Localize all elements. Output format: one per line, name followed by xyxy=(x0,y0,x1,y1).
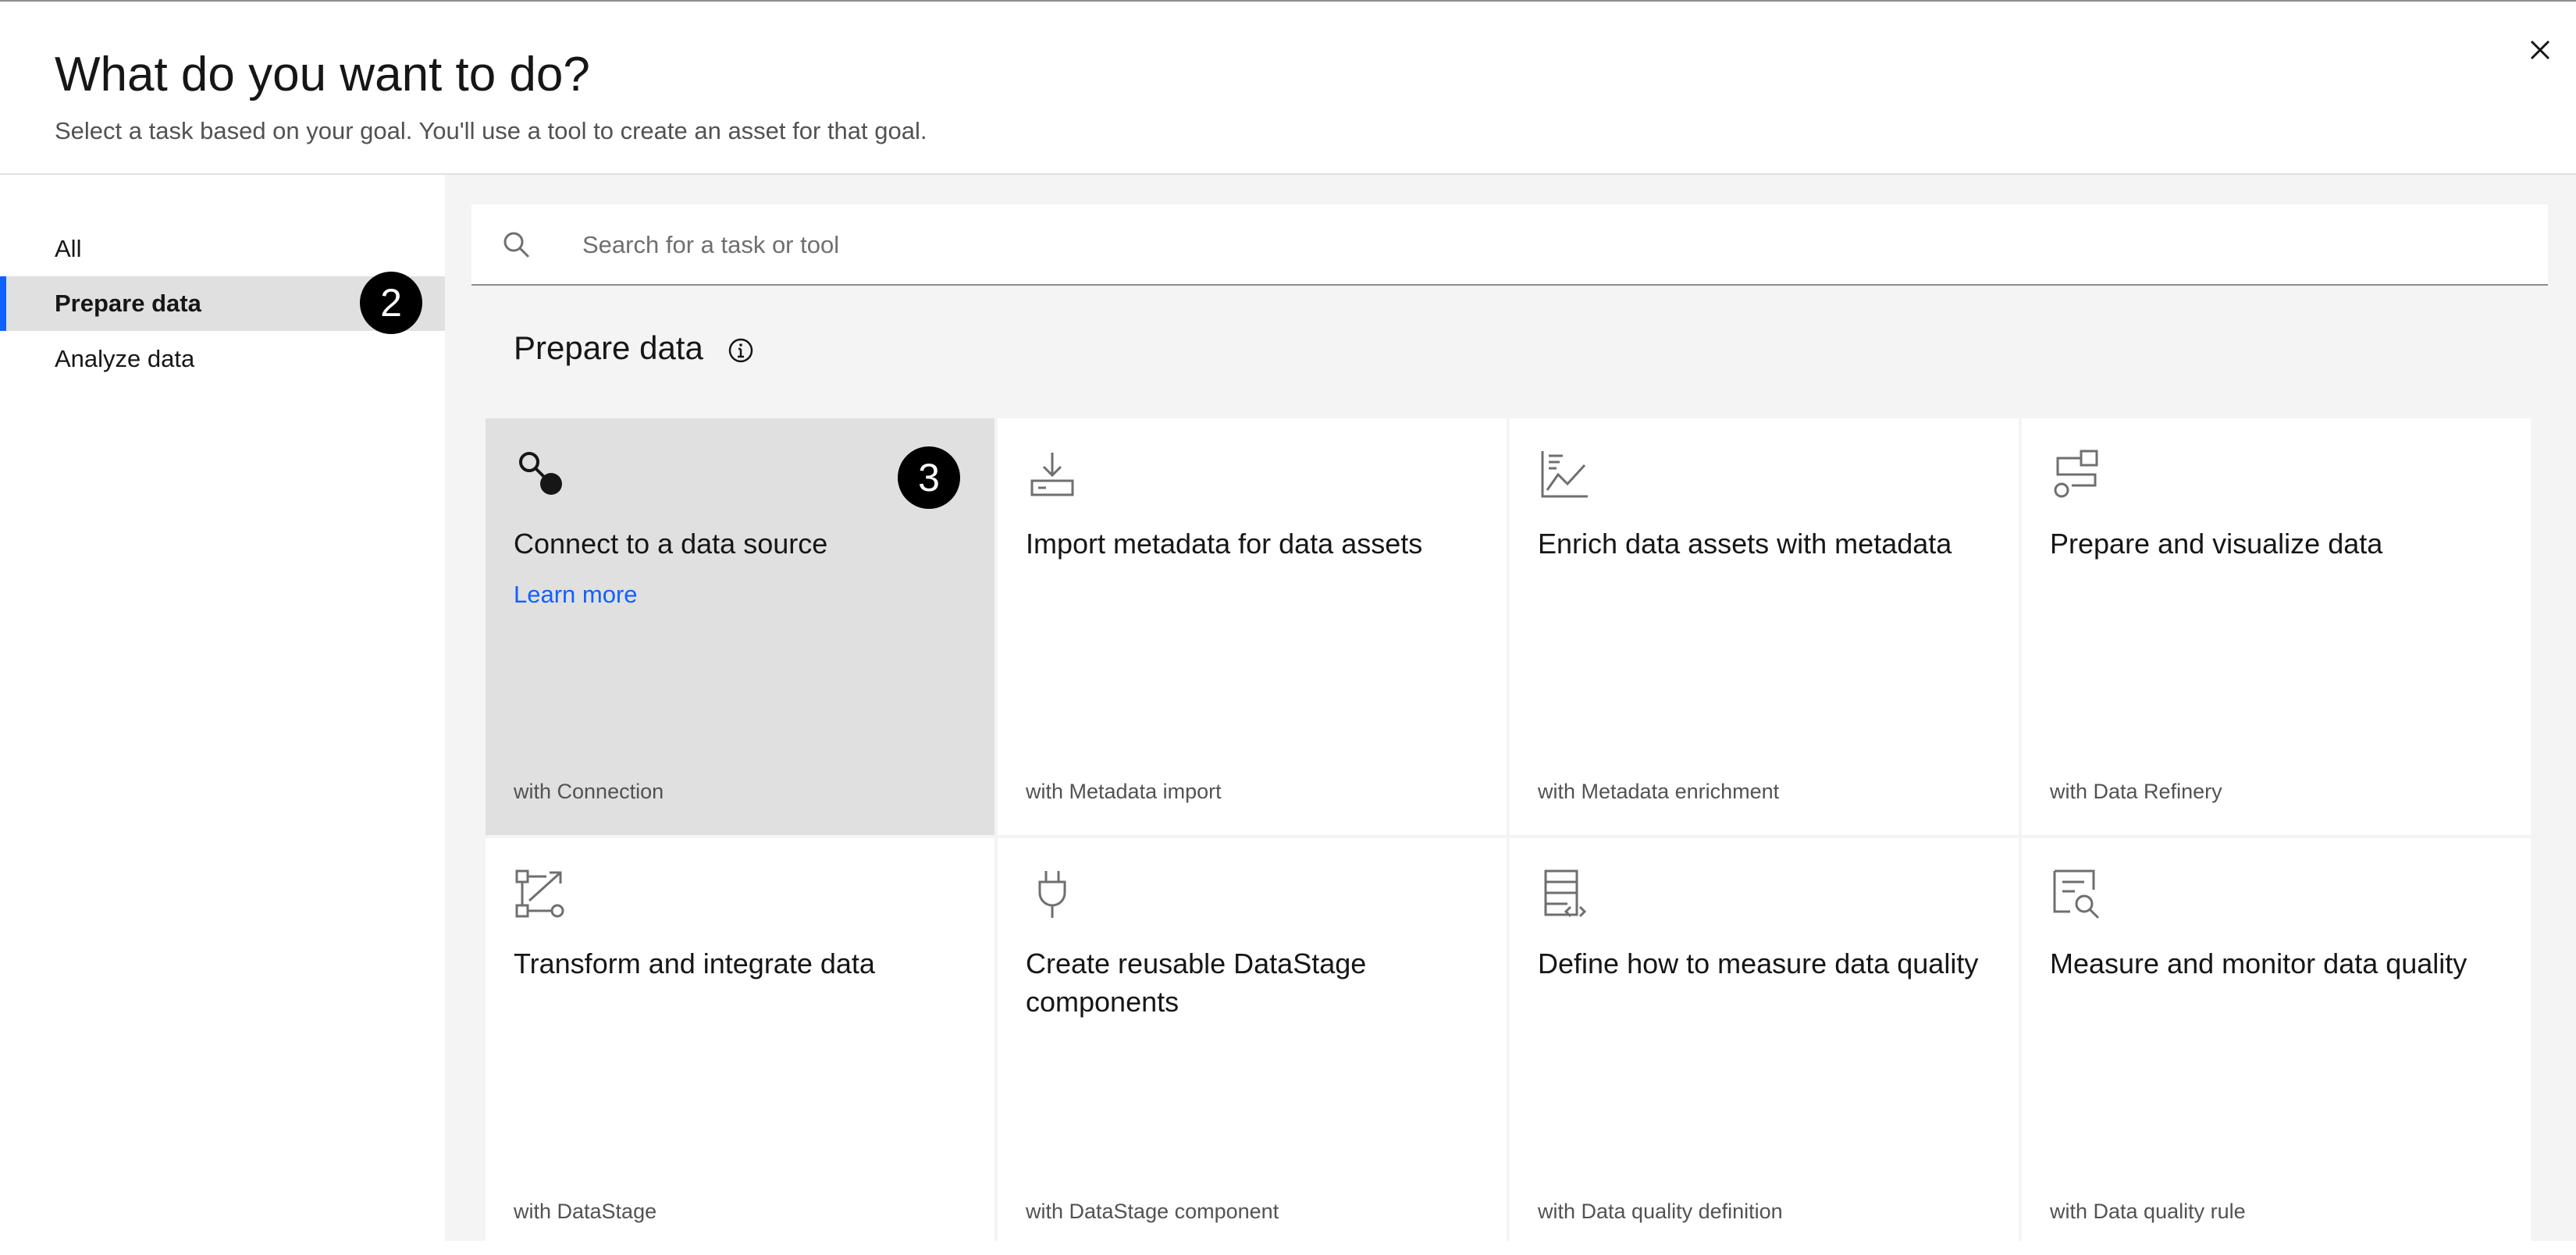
step-badge-2: 2 xyxy=(360,272,422,334)
card-tool: with Data quality definition xyxy=(1538,1200,1783,1223)
data-quality-rule-icon xyxy=(2053,869,2100,919)
data-definition-icon xyxy=(1544,869,1587,918)
search-icon xyxy=(503,232,530,258)
card-prepare-visualize[interactable]: Prepare and visualize data with Data Ref… xyxy=(2022,418,2531,835)
card-tool: with Connection xyxy=(514,780,664,803)
card-tool: with Metadata import xyxy=(1026,780,1222,803)
card-tool: with DataStage xyxy=(514,1200,657,1223)
sidebar-item-all[interactable]: All xyxy=(0,222,445,276)
connection-icon xyxy=(519,452,562,495)
card-reusable-datastage[interactable]: Create reusable DataStage components wit… xyxy=(998,838,1507,1255)
card-tool: with DataStage component xyxy=(1026,1200,1279,1223)
main-content: Prepare data Connect to a data source Le… xyxy=(445,175,2576,1255)
card-title: Create reusable DataStage components xyxy=(1026,947,1367,1018)
close-button[interactable] xyxy=(2517,27,2564,73)
card-title: Connect to a data source xyxy=(514,528,828,560)
sidebar-item-label: Analyze data xyxy=(55,345,195,372)
modal-subtitle: Select a task based on your goal. You'll… xyxy=(55,117,927,144)
card-title: Transform and integrate data xyxy=(514,947,875,979)
card-define-data-quality[interactable]: Define how to measure data quality with … xyxy=(1510,838,2019,1255)
step-badge-3: 3 xyxy=(898,446,960,509)
sidebar: All Prepare data Analyze data 2 xyxy=(0,175,445,1241)
card-transform-integrate[interactable]: Transform and integrate data with DataSt… xyxy=(486,838,994,1255)
download-icon xyxy=(1030,453,1074,496)
card-tool: with Data Refinery xyxy=(2050,780,2222,803)
search-bar xyxy=(471,204,2548,286)
card-title: Enrich data assets with metadata xyxy=(1538,528,1952,560)
card-tool: with Data quality rule xyxy=(2050,1200,2246,1223)
modal-title: What do you want to do? xyxy=(55,48,590,101)
card-title: Import metadata for data assets xyxy=(1026,528,1423,560)
card-import-metadata[interactable]: Import metadata for data assets with Met… xyxy=(998,418,1507,835)
close-icon xyxy=(2530,40,2550,60)
search-input[interactable] xyxy=(581,204,2520,286)
card-measure-monitor-quality[interactable]: Measure and monitor data quality with Da… xyxy=(2022,838,2531,1255)
sidebar-item-label: All xyxy=(55,235,82,262)
transform-icon xyxy=(515,869,564,918)
card-title: Measure and monitor data quality xyxy=(2050,947,2467,979)
chart-line-icon xyxy=(1541,451,1588,498)
plug-icon xyxy=(1038,871,1066,918)
card-title: Define how to measure data quality xyxy=(1538,947,1979,979)
section-title: Prepare data xyxy=(514,329,703,366)
card-title: Prepare and visualize data xyxy=(2050,528,2383,560)
sidebar-item-analyze-data[interactable]: Analyze data xyxy=(0,332,445,386)
card-tool: with Metadata enrichment xyxy=(1538,780,1780,803)
info-icon[interactable] xyxy=(728,337,754,364)
data-refinery-icon xyxy=(2054,450,2098,498)
card-connect-data-source[interactable]: Connect to a data source Learn more with… xyxy=(486,418,994,835)
modal-header: What do you want to do? Select a task ba… xyxy=(0,2,2576,175)
sidebar-item-label: Prepare data xyxy=(55,290,201,317)
card-enrich-metadata[interactable]: Enrich data assets with metadata with Me… xyxy=(1510,418,2019,835)
learn-more-link[interactable]: Learn more xyxy=(514,579,638,610)
